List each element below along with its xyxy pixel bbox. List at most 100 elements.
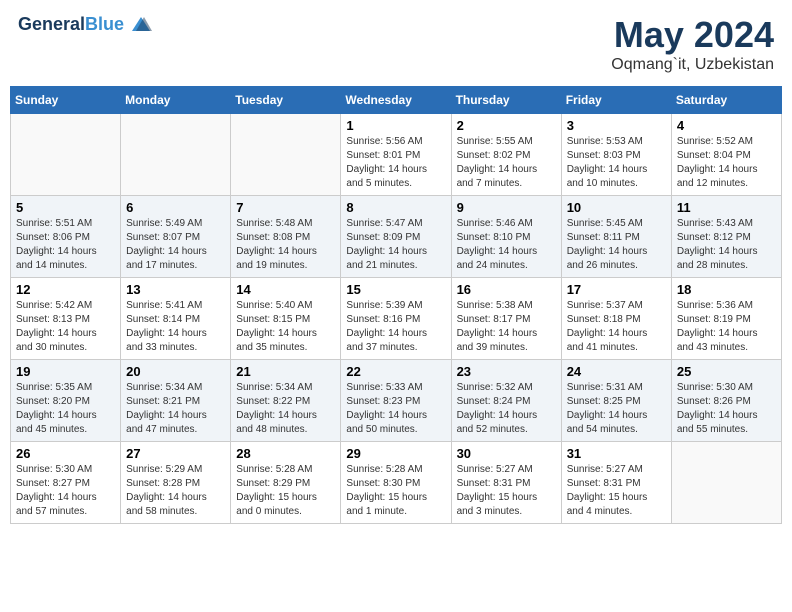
- calendar-cell: 7 Sunrise: 5:48 AMSunset: 8:08 PMDaylight…: [231, 196, 341, 278]
- day-number: 12: [16, 282, 115, 297]
- calendar-cell: 20Sunrise: 5:34 AMSunset: 8:21 PMDayligh…: [121, 360, 231, 442]
- day-info: Sunrise: 5:38 AMSunset: 8:17 PMDaylight:…: [457, 299, 556, 355]
- day-info: Sunrise: 5:33 AMSunset: 8:23 PMDaylight:…: [346, 381, 445, 437]
- calendar-cell: 21Sunrise: 5:34 AMSunset: 8:22 PMDayligh…: [231, 360, 341, 442]
- day-info: Sunrise: 5:48 AMSunset: 8:08 PMDaylight:…: [236, 217, 335, 273]
- day-number: 30: [457, 446, 556, 461]
- day-info: Sunrise: 5:53 AMSunset: 8:03 PMDaylight:…: [567, 135, 666, 191]
- day-header-tuesday: Tuesday: [231, 87, 341, 114]
- calendar-cell: 11 Sunrise: 5:43 AMSunset: 8:12 PMDayligh…: [671, 196, 781, 278]
- day-info: Sunrise: 5:51 AMSunset: 8:06 PMDaylight:…: [16, 217, 115, 273]
- day-header-thursday: Thursday: [451, 87, 561, 114]
- day-info: Sunrise: 5:47 AMSunset: 8:09 PMDaylight:…: [346, 217, 445, 273]
- day-number: 11: [677, 200, 776, 215]
- calendar-cell: 14 Sunrise: 5:40 AMSunset: 8:15 PMDayligh…: [231, 278, 341, 360]
- day-number: 29: [346, 446, 445, 461]
- calendar-body: 1 Sunrise: 5:56 AMSunset: 8:01 PMDaylight…: [11, 114, 782, 524]
- day-info: Sunrise: 5:43 AMSunset: 8:12 PMDaylight:…: [677, 217, 776, 273]
- day-number: 17: [567, 282, 666, 297]
- day-number: 2: [457, 118, 556, 133]
- logo-text: GeneralBlue: [18, 14, 152, 35]
- day-info: Sunrise: 5:30 AMSunset: 8:27 PMDaylight:…: [16, 463, 115, 519]
- day-number: 6: [126, 200, 225, 215]
- day-info: Sunrise: 5:31 AMSunset: 8:25 PMDaylight:…: [567, 381, 666, 437]
- day-number: 7: [236, 200, 335, 215]
- day-number: 1: [346, 118, 445, 133]
- logo: GeneralBlue: [18, 14, 152, 35]
- calendar-cell: 28 Sunrise: 5:28 AMSunset: 8:29 PMDayligh…: [231, 442, 341, 524]
- day-info: Sunrise: 5:35 AMSunset: 8:20 PMDaylight:…: [16, 381, 115, 437]
- page-header: GeneralBlue May 2024 Oqmang`it, Uzbekist…: [10, 10, 782, 78]
- day-number: 4: [677, 118, 776, 133]
- day-number: 18: [677, 282, 776, 297]
- calendar-cell: 19 Sunrise: 5:35 AMSunset: 8:20 PMDayligh…: [11, 360, 121, 442]
- title-block: May 2024 Oqmang`it, Uzbekistan: [611, 14, 774, 74]
- calendar-cell: 22 Sunrise: 5:33 AMSunset: 8:23 PMDayligh…: [341, 360, 451, 442]
- day-info: Sunrise: 5:56 AMSunset: 8:01 PMDaylight:…: [346, 135, 445, 191]
- day-number: 25: [677, 364, 776, 379]
- calendar-cell: 6 Sunrise: 5:49 AMSunset: 8:07 PMDaylight…: [121, 196, 231, 278]
- day-info: Sunrise: 5:29 AMSunset: 8:28 PMDaylight:…: [126, 463, 225, 519]
- day-number: 10: [567, 200, 666, 215]
- day-info: Sunrise: 5:49 AMSunset: 8:07 PMDaylight:…: [126, 217, 225, 273]
- day-info: Sunrise: 5:34 AMSunset: 8:22 PMDaylight:…: [236, 381, 335, 437]
- calendar-cell: 4 Sunrise: 5:52 AMSunset: 8:04 PMDaylight…: [671, 114, 781, 196]
- day-number: 23: [457, 364, 556, 379]
- day-number: 31: [567, 446, 666, 461]
- calendar-cell: 8 Sunrise: 5:47 AMSunset: 8:09 PMDaylight…: [341, 196, 451, 278]
- calendar-week-3: 12 Sunrise: 5:42 AMSunset: 8:13 PMDayligh…: [11, 278, 782, 360]
- day-info: Sunrise: 5:40 AMSunset: 8:15 PMDaylight:…: [236, 299, 335, 355]
- calendar-cell: 1 Sunrise: 5:56 AMSunset: 8:01 PMDaylight…: [341, 114, 451, 196]
- calendar-header: SundayMondayTuesdayWednesdayThursdayFrid…: [11, 87, 782, 114]
- calendar-cell: 18 Sunrise: 5:36 AMSunset: 8:19 PMDayligh…: [671, 278, 781, 360]
- calendar-cell: [671, 442, 781, 524]
- calendar-cell: 9Sunrise: 5:46 AMSunset: 8:10 PMDaylight…: [451, 196, 561, 278]
- day-number: 26: [16, 446, 115, 461]
- calendar-cell: 26 Sunrise: 5:30 AMSunset: 8:27 PMDayligh…: [11, 442, 121, 524]
- day-info: Sunrise: 5:39 AMSunset: 8:16 PMDaylight:…: [346, 299, 445, 355]
- calendar-cell: 2 Sunrise: 5:55 AMSunset: 8:02 PMDaylight…: [451, 114, 561, 196]
- day-header-monday: Monday: [121, 87, 231, 114]
- day-number: 27: [126, 446, 225, 461]
- day-info: Sunrise: 5:28 AMSunset: 8:29 PMDaylight:…: [236, 463, 335, 519]
- calendar-cell: [231, 114, 341, 196]
- calendar-cell: 10 Sunrise: 5:45 AMSunset: 8:11 PMDayligh…: [561, 196, 671, 278]
- calendar-cell: 25 Sunrise: 5:30 AMSunset: 8:26 PMDayligh…: [671, 360, 781, 442]
- calendar-cell: 16 Sunrise: 5:38 AMSunset: 8:17 PMDayligh…: [451, 278, 561, 360]
- subtitle: Oqmang`it, Uzbekistan: [611, 56, 774, 74]
- day-number: 19: [16, 364, 115, 379]
- day-number: 14: [236, 282, 335, 297]
- day-number: 16: [457, 282, 556, 297]
- day-number: 5: [16, 200, 115, 215]
- calendar-cell: 24Sunrise: 5:31 AMSunset: 8:25 PMDayligh…: [561, 360, 671, 442]
- day-info: Sunrise: 5:45 AMSunset: 8:11 PMDaylight:…: [567, 217, 666, 273]
- calendar-cell: 29 Sunrise: 5:28 AMSunset: 8:30 PMDayligh…: [341, 442, 451, 524]
- calendar-table: SundayMondayTuesdayWednesdayThursdayFrid…: [10, 86, 782, 524]
- day-number: 8: [346, 200, 445, 215]
- day-info: Sunrise: 5:37 AMSunset: 8:18 PMDaylight:…: [567, 299, 666, 355]
- calendar-week-2: 5 Sunrise: 5:51 AMSunset: 8:06 PMDaylight…: [11, 196, 782, 278]
- calendar-cell: 23Sunrise: 5:32 AMSunset: 8:24 PMDayligh…: [451, 360, 561, 442]
- day-header-saturday: Saturday: [671, 87, 781, 114]
- day-info: Sunrise: 5:52 AMSunset: 8:04 PMDaylight:…: [677, 135, 776, 191]
- calendar-week-5: 26 Sunrise: 5:30 AMSunset: 8:27 PMDayligh…: [11, 442, 782, 524]
- main-title: May 2024: [611, 14, 774, 56]
- day-info: Sunrise: 5:36 AMSunset: 8:19 PMDaylight:…: [677, 299, 776, 355]
- day-info: Sunrise: 5:28 AMSunset: 8:30 PMDaylight:…: [346, 463, 445, 519]
- day-info: Sunrise: 5:34 AMSunset: 8:21 PMDaylight:…: [126, 381, 225, 437]
- day-header-wednesday: Wednesday: [341, 87, 451, 114]
- day-number: 3: [567, 118, 666, 133]
- day-number: 9: [457, 200, 556, 215]
- day-number: 28: [236, 446, 335, 461]
- day-info: Sunrise: 5:55 AMSunset: 8:02 PMDaylight:…: [457, 135, 556, 191]
- day-info: Sunrise: 5:42 AMSunset: 8:13 PMDaylight:…: [16, 299, 115, 355]
- calendar-cell: [11, 114, 121, 196]
- calendar-cell: 31 Sunrise: 5:27 AMSunset: 8:31 PMDayligh…: [561, 442, 671, 524]
- day-info: Sunrise: 5:30 AMSunset: 8:26 PMDaylight:…: [677, 381, 776, 437]
- day-info: Sunrise: 5:27 AMSunset: 8:31 PMDaylight:…: [567, 463, 666, 519]
- calendar-cell: 3 Sunrise: 5:53 AMSunset: 8:03 PMDaylight…: [561, 114, 671, 196]
- calendar-week-1: 1 Sunrise: 5:56 AMSunset: 8:01 PMDaylight…: [11, 114, 782, 196]
- day-number: 15: [346, 282, 445, 297]
- day-number: 22: [346, 364, 445, 379]
- calendar-cell: 17 Sunrise: 5:37 AMSunset: 8:18 PMDayligh…: [561, 278, 671, 360]
